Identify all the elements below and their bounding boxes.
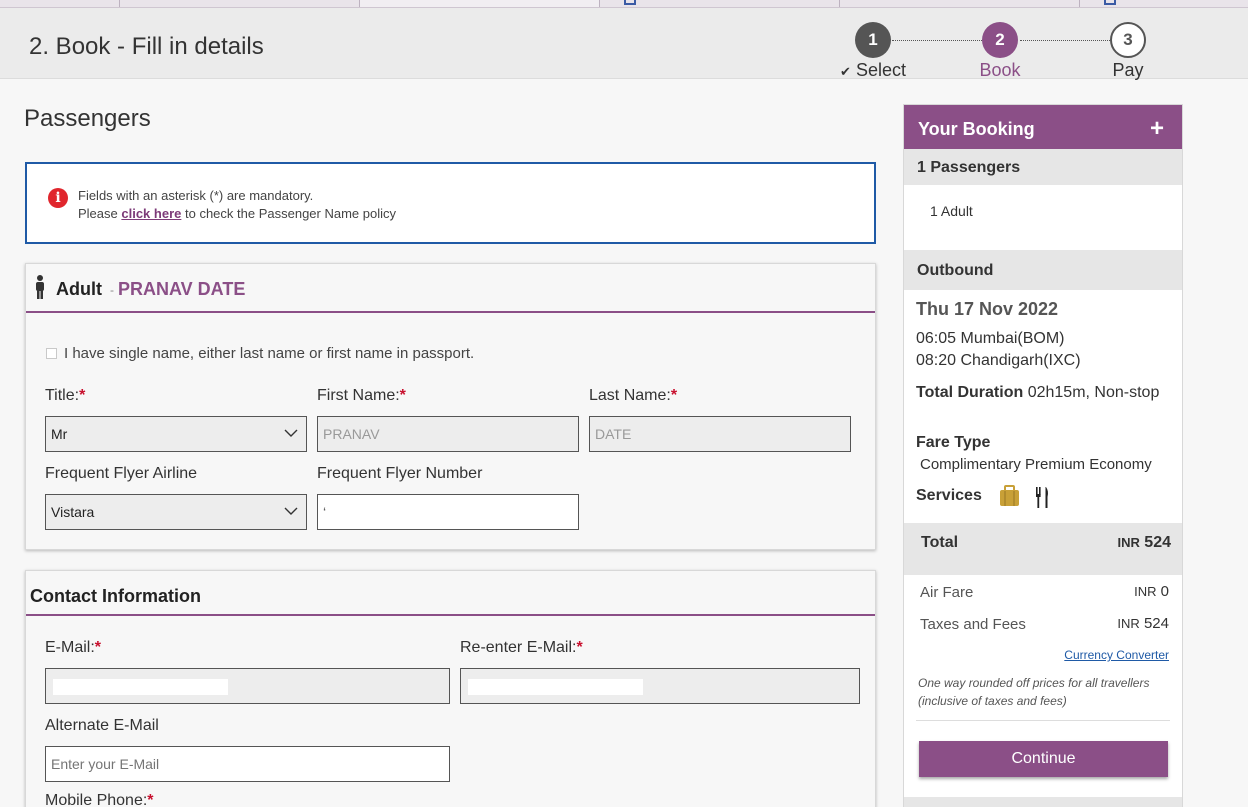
check-icon: ✔ (840, 64, 851, 79)
price-note: One way rounded off prices for all trave… (918, 676, 1150, 708)
contact-card-header: Contact Information (26, 571, 875, 616)
notice-line-2: Please click here to check the Passenger… (78, 206, 396, 221)
alt-email-label: Alternate E-Mail (45, 717, 159, 734)
fare-type-label: Fare Type (916, 434, 991, 451)
tab-segment[interactable] (600, 0, 840, 7)
redacted-value (53, 679, 228, 695)
redacted-value (468, 679, 643, 695)
tab-segment[interactable] (0, 0, 120, 7)
air-fare-value: INR 0 (1134, 583, 1169, 600)
air-fare-label: Air Fare (920, 584, 974, 601)
info-icon: i (48, 188, 68, 208)
notice-line-1: Fields with an asterisk (*) are mandator… (78, 188, 314, 203)
step-3-label: Pay (1112, 60, 1144, 80)
alt-email-input[interactable] (45, 746, 450, 782)
tab-segment[interactable] (360, 0, 600, 7)
mandatory-notice: i Fields with an asterisk (*) are mandat… (25, 162, 876, 244)
total-label: Total (921, 534, 959, 551)
continue-button[interactable]: Continue (919, 741, 1168, 777)
passenger-type: Adult (56, 279, 102, 299)
step-1-label: ✔ Select (840, 60, 906, 80)
divider (916, 720, 1170, 721)
reemail-label: Re-enter E-Mail:* (460, 639, 583, 656)
section-title: Passengers (24, 105, 151, 132)
email-label: E-Mail:* (45, 639, 102, 656)
departure: 06:05 Mumbai(BOM) (916, 330, 1065, 347)
chevron-down-icon (284, 507, 298, 515)
chevron-down-icon (284, 429, 298, 437)
title-select[interactable]: Mr (45, 416, 307, 452)
progress-steps: 1 ✔ Select 2 Book 3 Pay (840, 20, 1170, 80)
separator: - (110, 283, 114, 297)
booking-summary: Your Booking + 1 Passengers 1 Adult Outb… (903, 104, 1183, 807)
first-name-input[interactable]: PRANAV (317, 416, 579, 452)
booking-summary-title: Your Booking (918, 119, 1035, 139)
passengers-band: 1 Passengers (904, 149, 1182, 185)
fare-type-value: Complimentary Premium Economy (920, 456, 1152, 473)
page-title: 2. Book - Fill in details (29, 33, 264, 60)
name-policy-link[interactable]: click here (121, 206, 181, 221)
person-icon (36, 275, 44, 299)
duration: Total Duration 02h15m, Non-stop (916, 384, 1160, 401)
sidebar-footer-band (904, 797, 1182, 807)
meal-icon (1036, 487, 1048, 508)
step-connector (892, 40, 984, 41)
outbound-band: Outbound (904, 250, 1182, 290)
step-3-circle: 3 (1110, 22, 1146, 58)
single-name-label: I have single name, either last name or … (64, 345, 475, 362)
passenger-card-header: Adult - PRANAV DATE (26, 264, 875, 313)
step-connector (1020, 40, 1110, 41)
last-name-label: Last Name:* (589, 387, 678, 404)
tab-segment[interactable] (120, 0, 360, 7)
ff-airline-select[interactable]: Vistara (45, 494, 307, 530)
tab-segment[interactable] (840, 0, 1080, 7)
mobile-label: Mobile Phone:* (45, 792, 154, 807)
last-name-input[interactable]: DATE (589, 416, 851, 452)
ff-airline-label: Frequent Flyer Airline (45, 465, 198, 482)
flight-date: Thu 17 Nov 2022 (916, 299, 1059, 319)
tab-icon (1104, 0, 1116, 5)
total-value: INR 524 (1117, 534, 1171, 551)
passengers-detail: 1 Adult (930, 203, 973, 219)
taxes-label: Taxes and Fees (920, 616, 1026, 633)
services-label: Services (916, 487, 982, 504)
arrival: 08:20 Chandigarh(IXC) (916, 352, 1081, 369)
ff-number-label: Frequent Flyer Number (317, 465, 483, 482)
title-label: Title:* (45, 387, 86, 404)
first-name-label: First Name:* (317, 387, 406, 404)
step-2-label: Book (979, 60, 1021, 80)
contact-card: Contact Information E-Mail:* Re-enter E-… (25, 570, 876, 807)
step-1-circle: 1 (855, 22, 891, 58)
total-band: Total INR 524 (904, 523, 1182, 575)
passenger-name: PRANAV DATE (118, 279, 246, 299)
taxes-value: INR 524 (1117, 615, 1169, 632)
single-name-checkbox[interactable] (46, 348, 57, 359)
booking-summary-header[interactable]: Your Booking + (904, 105, 1182, 149)
page-header: 2. Book - Fill in details 1 ✔ Select 2 B… (0, 8, 1248, 80)
passenger-card: Adult - PRANAV DATE I have single name, … (25, 263, 876, 550)
redacted-value (331, 502, 411, 520)
tab-icon (624, 0, 636, 5)
currency-converter-link[interactable]: Currency Converter (1064, 648, 1169, 662)
expand-icon[interactable]: + (1150, 115, 1164, 143)
contact-title: Contact Information (30, 586, 201, 606)
top-tab-strip (0, 0, 1248, 8)
step-2-circle: 2 (982, 22, 1018, 58)
